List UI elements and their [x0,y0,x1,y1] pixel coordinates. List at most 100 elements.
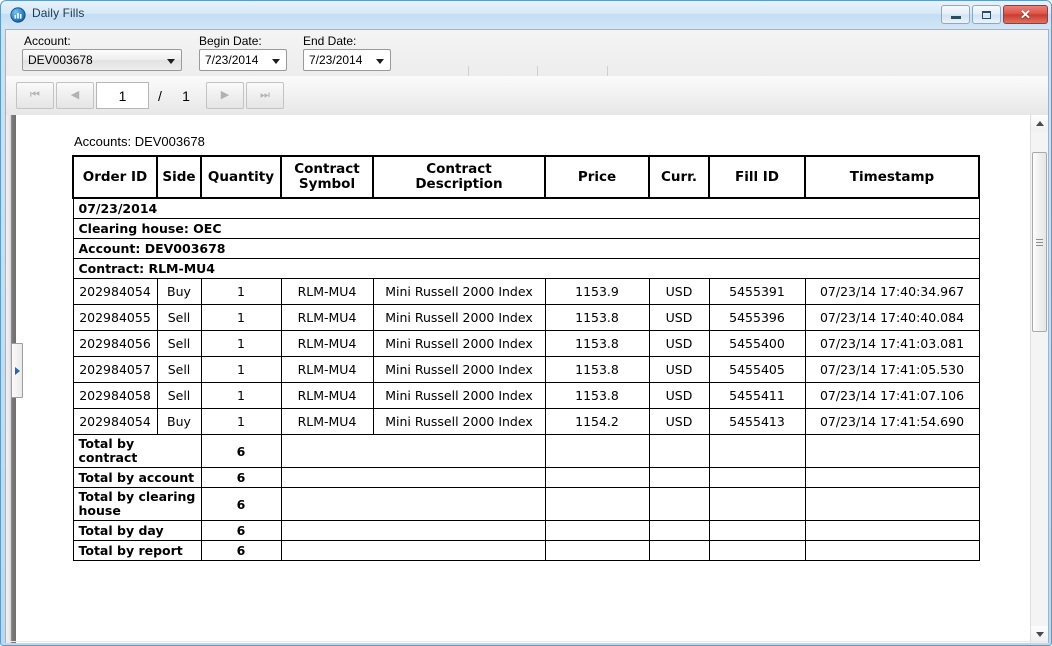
cell-currency: USD [648,330,710,358]
begin-date-label: Begin Date: [199,34,262,48]
total-filler [708,487,806,522]
column-header-contract-symbol: Contract Symbol [280,154,374,200]
cell-order-id: 202984055 [72,304,158,332]
panel-expand-handle[interactable] [11,343,23,398]
page-number-value: 1 [118,87,127,104]
last-page-button[interactable]: ⏭ [246,82,284,109]
minimize-icon [950,16,961,19]
maximize-icon [982,10,991,19]
scroll-up-button[interactable] [1031,115,1048,132]
total-filler [648,467,710,489]
total-filler [544,520,650,542]
cell-side: Sell [156,356,202,384]
column-header-order-id: Order ID [72,154,158,200]
chevron-down-icon [167,59,175,64]
cell-fill-id: 5455413 [708,408,806,436]
scrollbar-thumb[interactable] [1032,152,1047,332]
column-header-price: Price [544,154,650,200]
header-row: Order ID Side Quantity Contract Symbol Co… [72,154,980,200]
total-row: Total by contract 6 [72,434,980,469]
accounts-line: Accounts: DEV003678 [74,134,205,149]
table-header: Order ID Side Quantity Contract Symbol Co… [72,154,980,200]
cell-quantity: 1 [200,356,282,384]
begin-date-select[interactable]: 7/23/2014 [199,49,287,71]
next-page-button[interactable]: ▶ [206,82,244,109]
report-surface: Accounts: DEV003678 Order ID Side Quanti… [23,115,1023,643]
table-row: 202984056 Sell 1 RLM-MU4 Mini Russell 20… [72,330,980,358]
cell-side: Sell [156,382,202,410]
close-icon: ✕ [1020,7,1031,22]
account-label: Account: [24,34,71,48]
cell-symbol: RLM-MU4 [280,382,374,410]
account-value: DEV003678 [28,53,93,67]
end-date-label: End Date: [303,34,357,48]
end-date-value: 7/23/2014 [309,53,363,67]
report-viewport: Accounts: DEV003678 Order ID Side Quanti… [6,115,1048,643]
last-page-icon: ⏭ [260,89,270,101]
fills-table: Order ID Side Quantity Contract Symbol Co… [72,154,980,562]
total-label: Total by account [72,467,202,489]
title-bar[interactable]: Daily Fills ✕ [1,1,1051,29]
cell-description: Mini Russell 2000 Index [372,382,546,410]
total-filler [804,487,980,522]
cell-side: Sell [156,304,202,332]
total-row: Total by account 6 [72,467,980,489]
cell-timestamp: 07/23/14 17:41:03.081 [804,330,980,358]
total-pages-label: 1 [182,88,190,104]
cell-quantity: 1 [200,304,282,332]
total-row: Total by day 6 [72,520,980,542]
total-filler [280,487,546,522]
close-button[interactable]: ✕ [1003,5,1048,24]
total-filler [708,467,806,489]
table-row: 202984055 Sell 1 RLM-MU4 Mini Russell 20… [72,304,980,332]
group-header-clearing-house-row: Clearing house: OEC [72,218,980,240]
cell-price: 1153.8 [544,382,650,410]
total-filler [280,434,546,469]
total-label: Total by contract [72,434,202,469]
cell-side: Buy [156,278,202,306]
table-row: 202984058 Sell 1 RLM-MU4 Mini Russell 20… [72,382,980,410]
table-body: 07/23/2014 Clearing house: OEC Account: … [72,197,980,562]
cell-description: Mini Russell 2000 Index [372,356,546,384]
cell-timestamp: 07/23/14 17:40:40.084 [804,304,980,332]
column-header-fill-id: Fill ID [708,154,806,200]
cell-symbol: RLM-MU4 [280,330,374,358]
total-label: Total by clearing house [72,487,202,522]
vertical-scrollbar[interactable] [1030,115,1048,643]
first-page-button[interactable]: ⏮ [16,82,54,109]
maximize-button[interactable] [972,5,1001,24]
end-date-select[interactable]: 7/23/2014 [303,49,391,71]
total-filler [804,520,980,542]
cell-side: Buy [156,408,202,436]
cell-quantity: 1 [200,330,282,358]
cell-price: 1154.2 [544,408,650,436]
column-header-side: Side [156,154,202,200]
account-select[interactable]: DEV003678 [22,49,182,71]
minimize-button[interactable] [941,5,970,24]
report-content: Accounts: DEV003678 Order ID Side Quanti… [72,134,1002,562]
cell-order-id: 202984054 [72,408,158,436]
total-filler [280,467,546,489]
daily-fills-window: Daily Fills ✕ Account: DEV003678 Begin D… [0,0,1052,646]
cell-fill-id: 5455391 [708,278,806,306]
group-date: 07/23/2014 [72,197,980,220]
cell-quantity: 1 [200,278,282,306]
cell-fill-id: 5455405 [708,356,806,384]
group-header-account-row: Account: DEV003678 [72,238,980,260]
total-row: Total by clearing house 6 [72,487,980,522]
total-filler [544,467,650,489]
page-number-input[interactable]: 1 [96,82,149,109]
cell-description: Mini Russell 2000 Index [372,408,546,436]
cell-timestamp: 07/23/14 17:41:07.106 [804,382,980,410]
chevron-down-icon [272,59,280,64]
total-filler [708,520,806,542]
parameter-bar: Account: DEV003678 Begin Date: 7/23/2014… [6,30,1048,99]
group-header-date-row: 07/23/2014 [72,197,980,220]
cell-currency: USD [648,278,710,306]
previous-page-button[interactable]: ◀ [56,82,94,109]
first-page-icon: ⏮ [30,89,40,101]
caret-up-icon [1035,121,1044,126]
page-separator: / [158,88,162,104]
cell-timestamp: 07/23/14 17:40:34.967 [804,278,980,306]
cell-symbol: RLM-MU4 [280,278,374,306]
